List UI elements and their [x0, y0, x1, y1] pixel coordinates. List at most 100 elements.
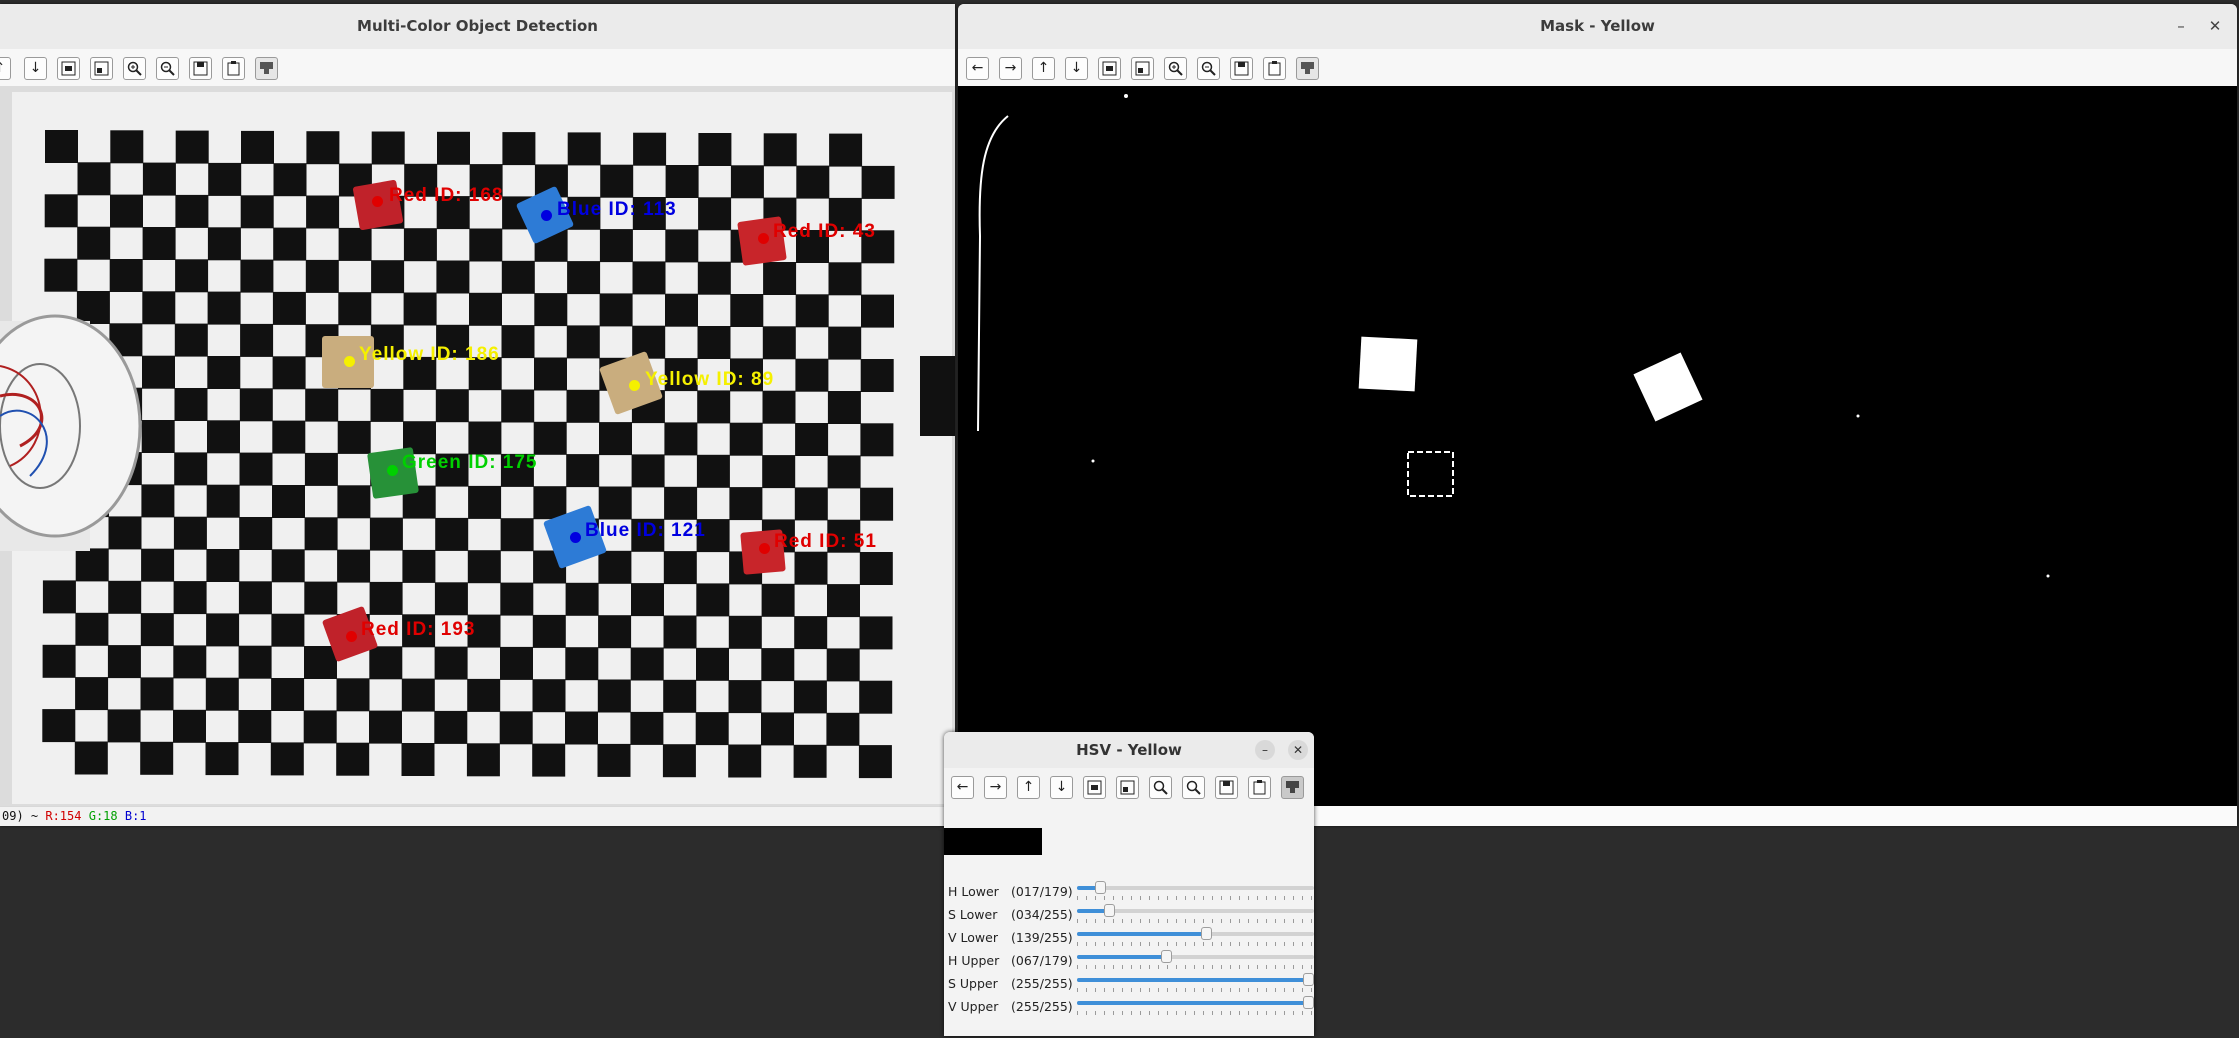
slider-track[interactable] — [1077, 904, 1314, 917]
slider-track[interactable] — [1077, 881, 1314, 894]
checker-square — [206, 613, 240, 647]
slider-track[interactable] — [1077, 950, 1314, 963]
slider-handle[interactable] — [1303, 996, 1314, 1009]
camera-image[interactable]: Red ID: 168 Blue ID: 113 Red ID: 43 Yell… — [0, 86, 955, 806]
detection-window-title: Multi-Color Object Detection — [0, 4, 955, 50]
status-g: G:18 — [88, 809, 118, 823]
checker-square — [434, 710, 468, 744]
pan-right-icon[interactable]: → — [999, 57, 1022, 80]
save-icon[interactable] — [189, 57, 212, 80]
detection-dot — [758, 233, 769, 244]
zoom-in-icon[interactable] — [1164, 57, 1187, 80]
mask-image[interactable] — [958, 86, 2237, 806]
zoom-in-icon[interactable] — [123, 57, 146, 80]
minimize-button[interactable]: – — [1255, 740, 1275, 760]
checker-square — [696, 454, 730, 488]
checker-square — [826, 712, 860, 746]
slider-name: H Upper — [948, 953, 1000, 968]
slider-name: H Lower — [948, 884, 999, 899]
slider-v-lower[interactable]: V Lower (139/255) — [944, 926, 1314, 949]
checker-square — [76, 291, 110, 324]
properties-icon[interactable] — [1296, 57, 1319, 80]
slider-s-upper[interactable]: S Upper (255/255) — [944, 972, 1314, 995]
pan-up-icon[interactable]: ↑ — [1017, 776, 1040, 799]
checker-square — [763, 262, 797, 295]
checker-square — [532, 743, 566, 777]
zoom-original-icon[interactable] — [1131, 57, 1154, 80]
zoom-in-icon[interactable] — [1149, 776, 1172, 799]
pan-up-icon[interactable]: ↑ — [0, 57, 11, 80]
pan-right-icon[interactable]: → — [984, 776, 1007, 799]
checker-square — [467, 550, 501, 584]
pan-left-icon[interactable]: ← — [951, 776, 974, 799]
checker-square — [728, 680, 762, 714]
pan-down-icon[interactable]: ↓ — [1065, 57, 1088, 80]
slider-handle[interactable] — [1094, 881, 1106, 894]
slider-handle[interactable] — [1103, 904, 1115, 917]
close-button[interactable]: ✕ — [2199, 4, 2231, 49]
slider-handle[interactable] — [1160, 950, 1172, 963]
slider-h-upper[interactable]: H Upper (067/179) — [944, 949, 1314, 972]
checker-square — [173, 645, 207, 679]
checker-square — [697, 390, 731, 424]
properties-icon[interactable] — [255, 57, 278, 80]
copy-icon[interactable] — [1248, 776, 1271, 799]
zoom-fit-icon[interactable] — [57, 57, 80, 80]
save-icon[interactable] — [1230, 57, 1253, 80]
zoom-out-icon[interactable] — [1197, 57, 1220, 80]
detection-dot — [372, 196, 383, 207]
checker-square — [403, 228, 437, 262]
checker-square — [270, 742, 304, 776]
slider-track[interactable] — [1077, 996, 1314, 1009]
slider-ticks — [1077, 919, 1314, 923]
detection-dot — [541, 210, 552, 221]
slider-s-lower[interactable]: S Lower (034/255) — [944, 903, 1314, 926]
save-icon[interactable] — [1215, 776, 1238, 799]
checker-square — [337, 485, 371, 519]
checker-square — [271, 613, 305, 647]
checker-square — [501, 260, 535, 294]
checker-square — [304, 581, 338, 615]
slider-v-upper[interactable]: V Upper (255/255) — [944, 995, 1314, 1018]
checker-square — [860, 423, 894, 457]
checker-square — [273, 227, 307, 261]
checker-square — [631, 583, 664, 617]
checker-square — [109, 259, 143, 292]
zoom-fit-icon[interactable] — [1098, 57, 1121, 80]
zoom-original-icon[interactable] — [1116, 776, 1139, 799]
properties-icon[interactable] — [1281, 776, 1304, 799]
pan-up-icon[interactable]: ↑ — [1032, 57, 1055, 80]
zoom-out-icon[interactable] — [156, 57, 179, 80]
slider-name: S Upper — [948, 976, 998, 991]
checker-square — [828, 262, 862, 296]
copy-icon[interactable] — [222, 57, 245, 80]
pan-down-icon[interactable]: ↓ — [1050, 776, 1073, 799]
pan-down-icon[interactable]: ↓ — [24, 57, 47, 80]
checker-square — [338, 227, 372, 261]
checker-square — [74, 741, 108, 775]
checker-square — [500, 518, 534, 552]
detection-label: Yellow ID: 89 — [645, 369, 775, 390]
checker-square — [371, 260, 405, 294]
checker-square — [500, 646, 533, 680]
close-button[interactable]: ✕ — [1288, 740, 1308, 760]
checker-square — [502, 132, 536, 166]
checker-square — [730, 294, 764, 327]
zoom-original-icon[interactable] — [90, 57, 113, 80]
slider-track[interactable] — [1077, 927, 1314, 940]
checker-square — [861, 294, 894, 328]
slider-track[interactable] — [1077, 973, 1314, 986]
zoom-fit-icon[interactable] — [1083, 776, 1106, 799]
checker-square — [174, 323, 208, 357]
zoom-out-icon[interactable] — [1182, 776, 1205, 799]
copy-icon[interactable] — [1263, 57, 1286, 80]
slider-h-lower[interactable]: H Lower (017/179) — [944, 880, 1314, 903]
checker-square — [239, 388, 273, 422]
pan-left-icon[interactable]: ← — [966, 57, 989, 80]
hsv-toolbar: ← → ↑ ↓ — [944, 768, 1314, 808]
checker-square — [337, 420, 371, 454]
minimize-button[interactable]: – — [2165, 4, 2197, 49]
slider-handle[interactable] — [1303, 973, 1314, 986]
slider-handle[interactable] — [1201, 927, 1213, 940]
checker-square — [173, 581, 207, 615]
